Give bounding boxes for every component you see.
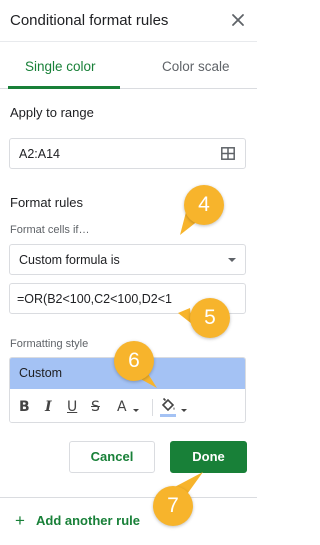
annotation-badge-4: 4 bbox=[184, 185, 224, 225]
annotation-pointers bbox=[126, 212, 203, 497]
annotation-badge-6: 6 bbox=[114, 341, 154, 381]
annotation-badge-5: 5 bbox=[190, 298, 230, 338]
conditional-format-panel: Conditional format rules Single color Co… bbox=[0, 0, 257, 545]
annotation-badge-7: 7 bbox=[153, 486, 193, 526]
